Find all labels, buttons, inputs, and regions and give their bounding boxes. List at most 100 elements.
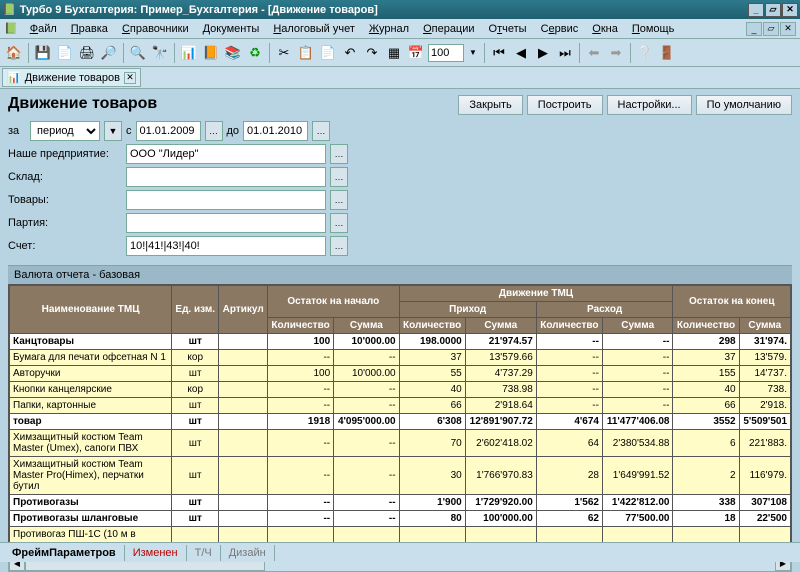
- menu-docs[interactable]: Документы: [197, 21, 266, 37]
- table-row[interactable]: Папки, картонныешт----662'918.64----662'…: [10, 398, 791, 414]
- date-to-picker-button[interactable]: …: [312, 121, 330, 141]
- cell-sq: --: [268, 382, 334, 398]
- home-icon[interactable]: 🏠: [4, 43, 24, 63]
- table-row[interactable]: Авторучкишт10010'000.00554'737.29----155…: [10, 366, 791, 382]
- zoom-input[interactable]: [428, 44, 464, 62]
- search-icon[interactable]: 🔍: [128, 43, 148, 63]
- cell-ps: 4'737.29: [465, 366, 536, 382]
- doc-tab[interactable]: 📊 Движение товаров ✕: [2, 68, 141, 87]
- menu-reports[interactable]: Отчеты: [483, 21, 533, 37]
- cell-ed: шт: [172, 366, 219, 382]
- book-icon[interactable]: 📙: [201, 43, 221, 63]
- menu-journal[interactable]: Журнал: [363, 21, 415, 37]
- table-row[interactable]: Противогаз ПШ-1С (10 м в: [10, 527, 791, 543]
- find-next-icon[interactable]: 🔭: [150, 43, 170, 63]
- last-icon[interactable]: ⏭: [555, 43, 575, 63]
- cell-ps: 2'918.64: [465, 398, 536, 414]
- default-button[interactable]: По умолчанию: [696, 95, 792, 115]
- company-input[interactable]: [126, 144, 326, 164]
- maximize-button[interactable]: ▱: [765, 3, 781, 17]
- calendar-icon[interactable]: 📅: [406, 43, 426, 63]
- forward-icon[interactable]: ➡: [606, 43, 626, 63]
- doc-tab-close-icon[interactable]: ✕: [124, 72, 136, 84]
- status-tch[interactable]: Т/Ч: [187, 545, 221, 561]
- cell-eq: 66: [673, 398, 739, 414]
- back-icon[interactable]: ⬅: [584, 43, 604, 63]
- sklad-picker-button[interactable]: …: [330, 167, 348, 187]
- redo-icon[interactable]: ↷: [362, 43, 382, 63]
- label-company: Наше предприятие:: [8, 148, 122, 160]
- schet-picker-button[interactable]: …: [330, 236, 348, 256]
- books-icon[interactable]: 📚: [223, 43, 243, 63]
- cell-name: Канцтовары: [10, 334, 172, 350]
- menu-edit[interactable]: Правка: [65, 21, 114, 37]
- chart-icon[interactable]: 📊: [179, 43, 199, 63]
- schet-input[interactable]: [126, 236, 326, 256]
- menu-refs[interactable]: Справочники: [116, 21, 195, 37]
- close-button[interactable]: ✕: [782, 3, 798, 17]
- help-icon[interactable]: ❔: [635, 43, 655, 63]
- date-from-picker-button[interactable]: …: [205, 121, 223, 141]
- save-icon[interactable]: 💾: [33, 43, 53, 63]
- grid-icon[interactable]: ▦: [384, 43, 404, 63]
- tovary-picker-button[interactable]: …: [330, 190, 348, 210]
- refresh-icon[interactable]: ♻: [245, 43, 265, 63]
- table-row[interactable]: Кнопки канцелярскиекор----40738.98----40…: [10, 382, 791, 398]
- system-menu-icon[interactable]: 📗: [4, 22, 18, 35]
- next-icon[interactable]: ▶: [533, 43, 553, 63]
- status-design[interactable]: Дизайн: [221, 545, 275, 561]
- first-icon[interactable]: ⏮: [489, 43, 509, 63]
- sklad-input[interactable]: [126, 167, 326, 187]
- menu-tax[interactable]: Налоговый учет: [267, 21, 361, 37]
- table-row[interactable]: Бумага для печати офсетная N 1кор----371…: [10, 350, 791, 366]
- preview-icon[interactable]: 🔎: [99, 43, 119, 63]
- table-row[interactable]: Химзащитный костюм Team Master Pro(Himex…: [10, 457, 791, 495]
- minimize-button[interactable]: _: [748, 3, 764, 17]
- cell-ss: --: [334, 350, 399, 366]
- table-row[interactable]: Химзащитный костюм Team Master (Umex), с…: [10, 430, 791, 457]
- filter-panel: за период ▼ с … до … Наше предприятие: ……: [0, 119, 800, 265]
- mdi-restore-button[interactable]: ▱: [763, 22, 779, 36]
- copy-icon[interactable]: 📋: [296, 43, 316, 63]
- period-picker-button[interactable]: ▼: [104, 121, 122, 141]
- report-table-wrap[interactable]: Наименование ТМЦ Ед. изм. Артикул Остато…: [8, 284, 792, 556]
- zoom-dropdown-icon[interactable]: ▼: [466, 43, 480, 63]
- menu-windows[interactable]: Окна: [586, 21, 624, 37]
- status-changed[interactable]: Изменен: [125, 545, 187, 561]
- cell-name: Химзащитный костюм Team Master Pro(Himex…: [10, 457, 172, 495]
- menu-service[interactable]: Сервис: [535, 21, 585, 37]
- print-icon[interactable]: 🖨: [77, 43, 97, 63]
- company-picker-button[interactable]: …: [330, 144, 348, 164]
- menu-help[interactable]: Помощь: [626, 21, 681, 37]
- status-frame[interactable]: ФреймПараметров: [4, 545, 125, 561]
- new-icon[interactable]: 📄: [55, 43, 75, 63]
- exit-icon[interactable]: 🚪: [657, 43, 677, 63]
- partia-picker-button[interactable]: …: [330, 213, 348, 233]
- prev-icon[interactable]: ◀: [511, 43, 531, 63]
- settings-button[interactable]: Настройки...: [607, 95, 692, 115]
- date-from-input[interactable]: [136, 121, 201, 141]
- cut-icon[interactable]: ✂: [274, 43, 294, 63]
- partia-input[interactable]: [126, 213, 326, 233]
- cell-name: товар: [10, 414, 172, 430]
- table-row[interactable]: Противогазы шланговыешт----80100'000.006…: [10, 511, 791, 527]
- cell-rs: 1'649'991.52: [602, 457, 673, 495]
- table-row[interactable]: товаршт19184'095'000.006'30812'891'907.7…: [10, 414, 791, 430]
- period-select[interactable]: период: [30, 121, 100, 141]
- cell-sq: --: [268, 457, 334, 495]
- table-row[interactable]: Канцтоварышт10010'000.00198.000021'974.5…: [10, 334, 791, 350]
- cell-pq: 80: [399, 511, 465, 527]
- mdi-close-button[interactable]: ✕: [780, 22, 796, 36]
- paste-icon[interactable]: 📄: [318, 43, 338, 63]
- tovary-input[interactable]: [126, 190, 326, 210]
- cell-rq: 1'562: [536, 495, 602, 511]
- mdi-minimize-button[interactable]: _: [746, 22, 762, 36]
- build-button[interactable]: Построить: [527, 95, 603, 115]
- menu-ops[interactable]: Операции: [417, 21, 480, 37]
- menu-file[interactable]: Файл: [24, 21, 63, 37]
- close-report-button[interactable]: Закрыть: [458, 95, 522, 115]
- undo-icon[interactable]: ↶: [340, 43, 360, 63]
- table-row[interactable]: Противогазышт----1'9001'729'920.001'5621…: [10, 495, 791, 511]
- date-to-input[interactable]: [243, 121, 308, 141]
- cell-rs: 2'380'534.88: [602, 430, 673, 457]
